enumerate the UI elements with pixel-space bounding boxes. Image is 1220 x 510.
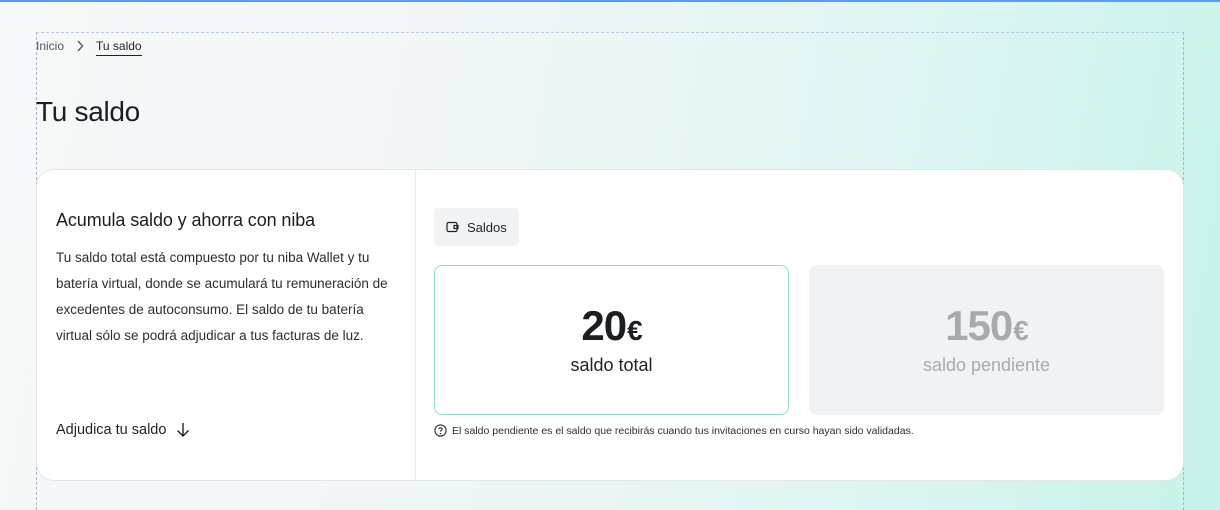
pending-note-text: El saldo pendiente es el saldo que recib… [452,424,914,437]
info-heading: Acumula saldo y ahorra con niba [56,210,316,230]
question-circle-icon [434,424,447,437]
balances-panel: Saldos 20€ saldo total 150€ saldo pendie… [416,170,1183,480]
total-amount-currency: € [627,315,643,346]
breadcrumb-current: Tu saldo [96,39,142,56]
info-description: Tu saldo total está compuesto por tu nib… [56,250,388,343]
pending-amount-currency: € [1013,315,1029,346]
pending-balance-box: 150€ saldo pendiente [809,265,1164,415]
total-balance-label: saldo total [570,355,653,375]
wallet-icon [446,221,459,233]
arrow-down-icon [177,423,190,437]
chevron-right-icon [76,40,84,52]
breadcrumb: Inicio Tu saldo [36,36,142,56]
saldos-tab-label: Saldos [467,219,507,235]
top-accent-line [0,0,1220,2]
breadcrumb-home-link[interactable]: Inicio [36,39,64,53]
total-balance-box: 20€ saldo total [434,265,789,415]
balance-card: Acumula saldo y ahorra con niba Tu saldo… [36,169,1184,481]
total-amount-value: 20 [581,302,627,349]
adjudica-label: Adjudica tu saldo [56,422,167,438]
info-panel: Acumula saldo y ahorra con niba Tu saldo… [37,170,416,480]
pending-amount-value: 150 [945,302,1013,349]
pending-balance-label: saldo pendiente [922,355,1051,375]
page-title: Tu saldo [36,96,140,127]
adjudica-saldo-link[interactable]: Adjudica tu saldo [56,422,190,438]
saldos-tab[interactable]: Saldos [434,208,519,246]
pending-note: El saldo pendiente es el saldo que recib… [434,424,914,437]
total-balance-amount: 20€ [581,302,643,353]
pending-balance-amount: 150€ [945,302,1029,353]
